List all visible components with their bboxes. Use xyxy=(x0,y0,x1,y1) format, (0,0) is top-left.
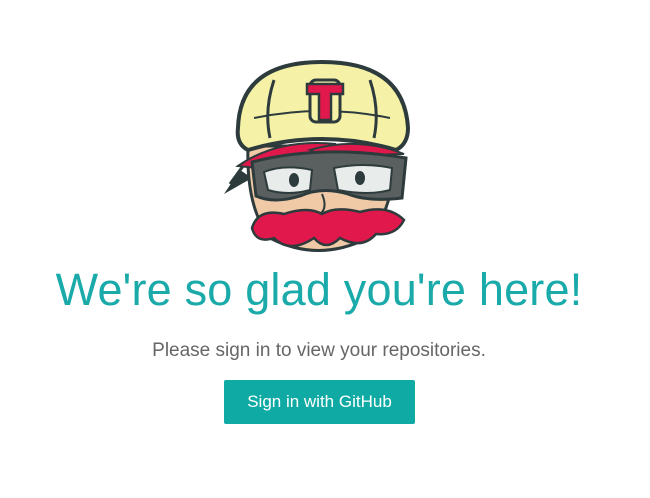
travis-mascot-icon xyxy=(224,59,411,252)
sign-in-subtitle: Please sign in to view your repositories… xyxy=(152,340,486,361)
page-title: We're so glad you're here! xyxy=(55,264,583,315)
sign-in-page: We're so glad you're here! Please sign i… xyxy=(0,0,650,498)
sign-in-with-github-button[interactable]: Sign in with GitHub xyxy=(224,380,415,424)
